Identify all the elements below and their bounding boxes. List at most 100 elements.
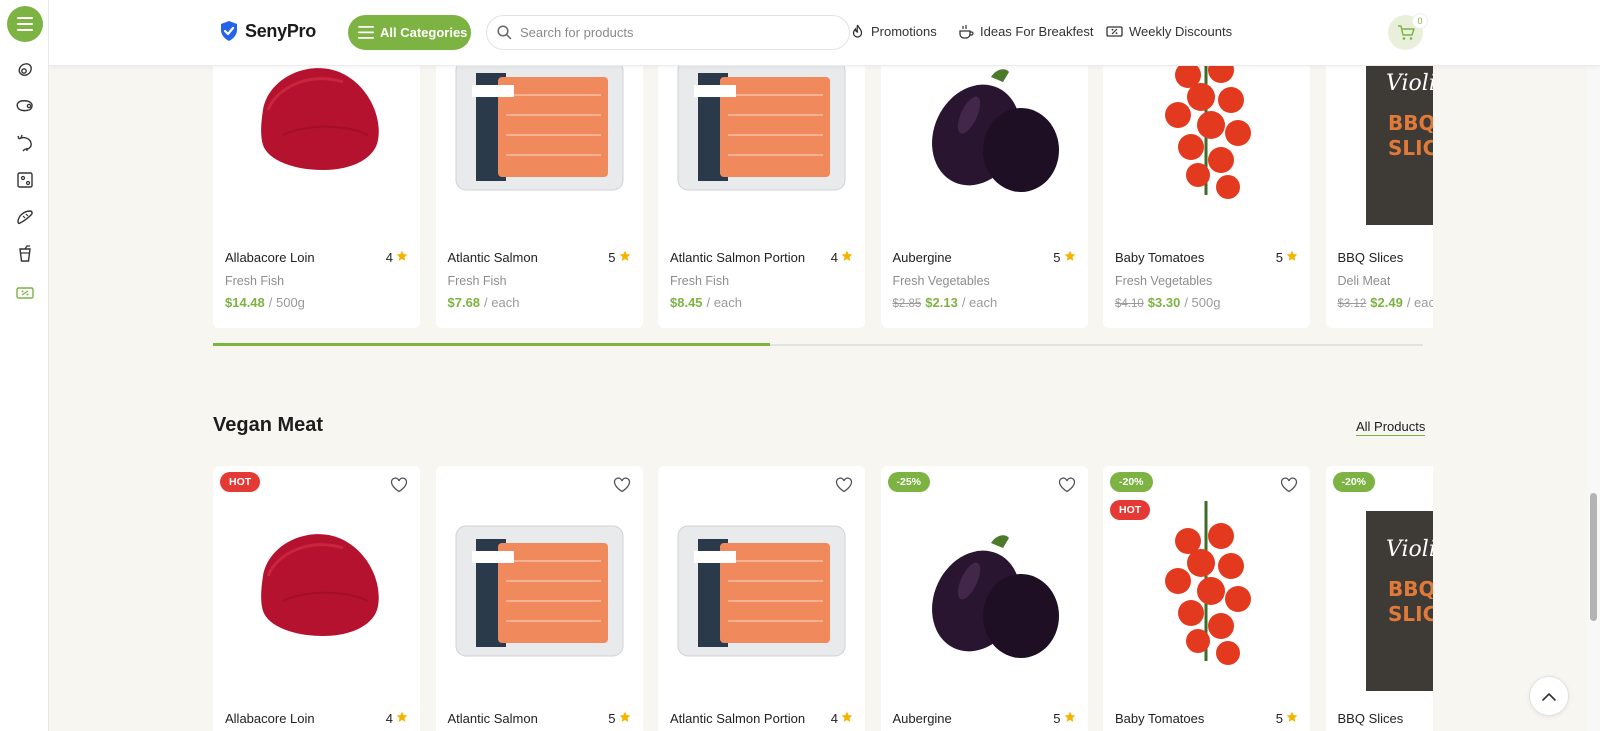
product-rating: 5 xyxy=(1053,711,1075,726)
svg-text:SLIC: SLIC xyxy=(1388,602,1434,626)
breakfast-icon xyxy=(959,25,974,39)
wishlist-heart-icon[interactable] xyxy=(613,476,631,494)
current-price: $8.45 xyxy=(670,295,703,310)
rating-value: 5 xyxy=(608,711,616,726)
star-icon xyxy=(1286,711,1298,726)
product-category: Fresh Vegetables xyxy=(892,274,990,288)
svg-text:Violife: Violife xyxy=(1386,71,1434,96)
current-price: $14.48 xyxy=(225,295,265,310)
product-rating: 4 xyxy=(831,711,853,726)
product-name: Allabacore Loin xyxy=(225,711,315,726)
nav-ideas-label: Ideas For Breakfest xyxy=(980,24,1094,39)
ticket-discount-icon xyxy=(1106,26,1123,37)
hot-badge: HOT xyxy=(1110,500,1151,520)
price-unit: / each xyxy=(484,295,520,310)
product-price: $2.85 $2.13/ each xyxy=(893,295,998,310)
product-rating: 5 xyxy=(1276,250,1298,265)
product-rating: 5 xyxy=(1276,711,1298,726)
meat-icon[interactable] xyxy=(15,96,35,116)
hot-badge: HOT xyxy=(220,472,261,492)
carousel-progress-fill xyxy=(213,343,770,346)
current-price: $3.30 xyxy=(1147,295,1181,310)
search-icon xyxy=(497,25,512,40)
star-icon xyxy=(619,250,631,265)
page-scrollbar[interactable] xyxy=(1587,0,1600,731)
product-rating: 4 xyxy=(386,250,408,265)
scroll-to-top-button[interactable] xyxy=(1529,676,1569,716)
wishlist-heart-icon[interactable] xyxy=(835,476,853,494)
shrimp-icon[interactable] xyxy=(15,133,35,153)
product-card[interactable]: -20% HOT Baby Tomatoes 5 xyxy=(1103,466,1310,731)
product-card[interactable]: Atlantic Salmon 5 xyxy=(435,466,643,731)
category-sidebar xyxy=(0,0,49,731)
section-title: Vegan Meat xyxy=(213,414,324,436)
cart-count-badge: 0 xyxy=(1412,13,1428,29)
scrollbar-thumb[interactable] xyxy=(1590,493,1597,621)
rating-value: 4 xyxy=(830,250,838,265)
product-card[interactable]: HOT Allabacore Loin 4 xyxy=(213,466,420,731)
wishlist-heart-icon[interactable] xyxy=(1280,476,1298,494)
drink-icon[interactable] xyxy=(15,244,35,264)
tuna-image[interactable] xyxy=(213,481,420,701)
discount-badge: -25% xyxy=(887,472,931,492)
price-unit: / 500g xyxy=(268,295,305,310)
star-icon xyxy=(1286,250,1298,265)
nav-weekly-discounts[interactable]: Weekly Discounts xyxy=(1106,24,1232,39)
star-icon xyxy=(841,250,853,265)
menu-lines-icon xyxy=(358,26,374,39)
wishlist-heart-icon[interactable] xyxy=(1058,476,1076,494)
discount-icon[interactable] xyxy=(15,283,35,303)
menu-button[interactable] xyxy=(7,6,43,42)
old-price: $2.85 xyxy=(892,298,922,310)
product-rating: 4 xyxy=(831,250,853,265)
salmon-pack-image[interactable] xyxy=(658,481,865,701)
violife-box-image[interactable]: Violife BBQSLIC xyxy=(1326,481,1434,701)
product-rating: 5 xyxy=(608,711,630,726)
svg-text:Violife: Violife xyxy=(1386,537,1434,562)
product-carousel-vegan: HOT Allabacore Loin 4 Atlantic Salmon 5 Atlan… xyxy=(213,466,1433,731)
rating-value: 5 xyxy=(1275,711,1283,726)
product-price: $7.68/ each xyxy=(448,295,520,310)
all-products-link[interactable]: All Products xyxy=(1356,419,1426,436)
hamburger-icon xyxy=(17,17,33,31)
nav-ideas-for-breakfest[interactable]: Ideas For Breakfest xyxy=(958,24,1093,39)
product-name: Allabacore Loin xyxy=(225,250,315,265)
all-categories-button[interactable]: All Categories xyxy=(348,15,471,50)
salmon-pack-image[interactable] xyxy=(436,481,643,701)
product-category: Fresh Fish xyxy=(670,274,730,288)
product-rating: 5 xyxy=(608,250,630,265)
price-unit: / each xyxy=(1406,295,1433,310)
product-name: Baby Tomatoes xyxy=(1115,711,1205,726)
wishlist-heart-icon[interactable] xyxy=(390,476,408,494)
chevron-up-icon xyxy=(1542,692,1556,701)
eggplant-image[interactable] xyxy=(881,481,1088,701)
old-price: $4.10 xyxy=(1115,298,1144,310)
star-icon xyxy=(1064,711,1076,726)
product-price: $8.45/ each xyxy=(670,295,742,310)
product-category: Fresh Fish xyxy=(225,274,285,288)
product-category: Deli Meat xyxy=(1337,274,1391,288)
product-price: $3.12$2.49/ each xyxy=(1338,295,1434,310)
avocado-icon[interactable] xyxy=(15,59,35,79)
product-card[interactable]: -25% Aubergine 5 xyxy=(880,466,1088,731)
carousel-progress[interactable] xyxy=(213,343,1423,346)
nav-promotions[interactable]: Promotions xyxy=(850,24,937,39)
star-icon xyxy=(841,711,853,726)
svg-text:BBQ: BBQ xyxy=(1388,577,1434,601)
search-input[interactable] xyxy=(520,25,820,40)
star-icon xyxy=(396,250,408,265)
product-rating: 5 xyxy=(1053,250,1075,265)
price-unit: / each xyxy=(961,295,998,310)
logo[interactable]: SenyPro xyxy=(219,20,316,42)
price-unit: / each xyxy=(706,295,742,310)
flame-icon xyxy=(852,24,863,38)
product-name: Aubergine xyxy=(892,711,952,726)
product-card[interactable]: Atlantic Salmon Portion 4 xyxy=(658,466,865,731)
discount-badge: -20% xyxy=(1110,472,1153,492)
product-card[interactable]: Violife BBQSLIC -20% BBQ Slices xyxy=(1325,466,1434,731)
product-name: Atlantic Salmon Portion xyxy=(670,250,806,265)
bread-icon[interactable] xyxy=(15,207,35,227)
product-name: Atlantic Salmon xyxy=(447,250,538,265)
nav-weekly-label: Weekly Discounts xyxy=(1129,24,1233,39)
cheese-icon[interactable] xyxy=(15,170,35,190)
